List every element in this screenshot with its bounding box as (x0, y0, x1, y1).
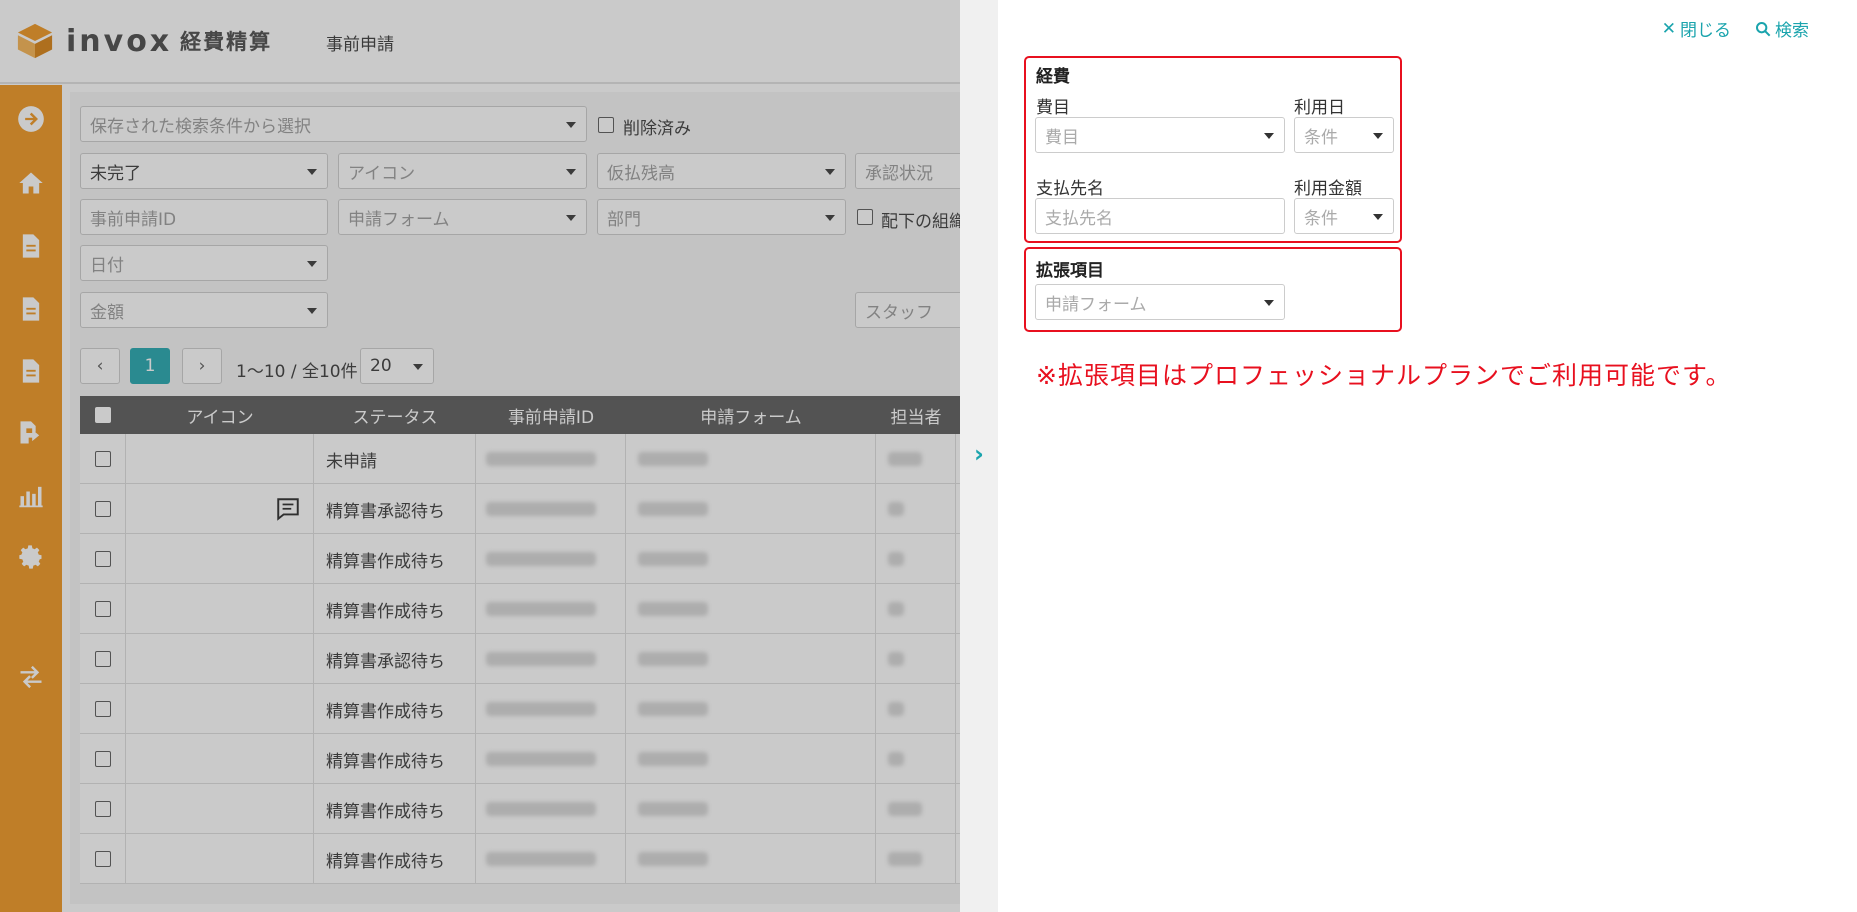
panel-actions: ✕ 閉じる 検索 (1661, 16, 1809, 42)
chevron-down-icon (1264, 300, 1274, 306)
usage-date-select[interactable]: 条件 (1294, 117, 1394, 153)
usage-amount-select[interactable]: 条件 (1294, 198, 1394, 234)
chevron-down-icon (1264, 133, 1274, 139)
chevron-right-icon[interactable]: › (968, 440, 990, 468)
payee-label: 支払先名 (1036, 179, 1104, 199)
expense-item-placeholder: 費目 (1045, 127, 1079, 148)
modal-backdrop[interactable] (0, 0, 960, 912)
expense-section-title: 経費 (1036, 67, 1070, 87)
chevron-down-icon (1373, 133, 1383, 139)
search-label: 検索 (1775, 21, 1809, 41)
extension-form-select[interactable]: 申請フォーム (1035, 284, 1285, 320)
usage-amount-placeholder: 条件 (1304, 208, 1338, 229)
chevron-down-icon (1373, 214, 1383, 220)
payee-input[interactable]: 支払先名 (1035, 198, 1285, 234)
close-button[interactable]: ✕ 閉じる (1661, 16, 1731, 42)
usage-amount-label: 利用金額 (1294, 179, 1362, 199)
search-icon (1756, 21, 1771, 36)
usage-date-label: 利用日 (1294, 98, 1345, 118)
close-label: 閉じる (1680, 21, 1731, 41)
close-icon: ✕ (1661, 18, 1676, 39)
extension-section-title: 拡張項目 (1036, 261, 1104, 281)
expense-item-label: 費目 (1036, 98, 1070, 118)
plan-notice: ※拡張項目はプロフェッショナルプランでご利用可能です。 (1036, 361, 1732, 390)
search-button[interactable]: 検索 (1755, 16, 1809, 41)
payee-placeholder: 支払先名 (1045, 208, 1113, 229)
expense-item-select[interactable]: 費目 (1035, 117, 1285, 153)
extension-form-placeholder: 申請フォーム (1045, 294, 1147, 315)
usage-date-placeholder: 条件 (1304, 127, 1338, 148)
